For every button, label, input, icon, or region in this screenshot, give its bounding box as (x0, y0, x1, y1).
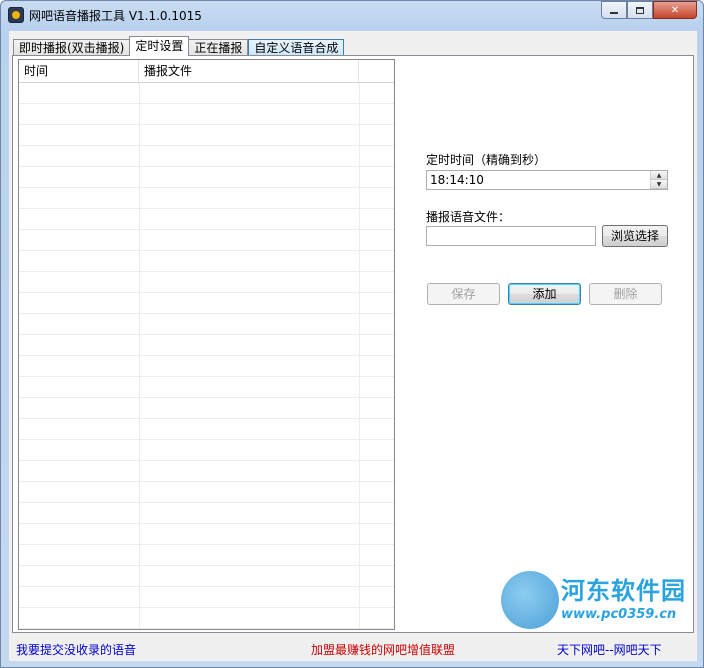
window-title: 网吧语音播报工具 V1.1.0.1015 (29, 9, 202, 23)
list-header: 时间 播报文件 (19, 60, 394, 83)
title-bar[interactable]: 网吧语音播报工具 V1.1.0.1015 ✕ (1, 1, 703, 29)
column-divider (359, 83, 360, 629)
spin-up-icon[interactable]: ▲ (651, 171, 667, 180)
time-picker[interactable]: 18:14:10 ▲ ▼ (426, 170, 668, 190)
tab-panel: 时间 播报文件 定时时间（精确到秒） 18:14:10 ▲ ▼ 播报语音文件： … (12, 55, 694, 633)
spin-down-icon[interactable]: ▼ (651, 180, 667, 189)
save-button[interactable]: 保存 (427, 283, 500, 305)
tab-custom-speech[interactable]: 自定义语音合成 (248, 39, 345, 56)
minimize-icon (610, 12, 618, 14)
file-path-input[interactable] (426, 226, 596, 246)
maximize-button[interactable] (627, 1, 653, 19)
file-label: 播报语音文件： (426, 210, 511, 224)
tab-strip: 即时播报(双击播报) 定时设置 正在播报 自定义语音合成 (13, 36, 345, 56)
column-header-extra[interactable] (359, 60, 394, 82)
maximize-icon (636, 6, 644, 14)
watermark: 河东软件园 www.pc0359.cn (495, 567, 704, 637)
time-spinner[interactable]: ▲ ▼ (650, 171, 667, 189)
time-value[interactable]: 18:14:10 (430, 173, 484, 187)
app-window: 网吧语音播报工具 V1.1.0.1015 ✕ 即时播报(双击播报) 定时设置 正… (0, 0, 704, 668)
time-label: 定时时间（精确到秒） (426, 153, 547, 167)
watermark-logo (501, 571, 559, 629)
list-body[interactable] (19, 83, 394, 629)
watermark-url: www.pc0359.cn (561, 607, 677, 622)
column-header-file[interactable]: 播报文件 (139, 60, 359, 82)
tab-now-playing[interactable]: 正在播报 (188, 39, 249, 56)
browse-button[interactable]: 浏览选择 (602, 225, 668, 247)
tianxia-link[interactable]: 天下网吧--网吧天下 (557, 641, 662, 658)
close-icon: ✕ (670, 4, 680, 16)
column-divider (139, 83, 140, 629)
schedule-list[interactable]: 时间 播报文件 (18, 59, 395, 630)
window-controls: ✕ (601, 1, 697, 20)
tab-schedule-settings[interactable]: 定时设置 (129, 36, 190, 56)
minimize-button[interactable] (601, 1, 627, 19)
submit-voice-link[interactable]: 我要提交没收录的语音 (16, 641, 136, 658)
watermark-name: 河东软件园 (561, 577, 686, 605)
delete-button[interactable]: 删除 (589, 283, 662, 305)
add-button[interactable]: 添加 (508, 283, 581, 305)
tab-instant-broadcast[interactable]: 即时播报(双击播报) (13, 39, 131, 56)
column-header-time[interactable]: 时间 (19, 60, 139, 82)
app-icon[interactable] (8, 7, 24, 23)
close-button[interactable]: ✕ (653, 1, 697, 19)
alliance-link[interactable]: 加盟最赚钱的网吧增值联盟 (311, 641, 455, 658)
